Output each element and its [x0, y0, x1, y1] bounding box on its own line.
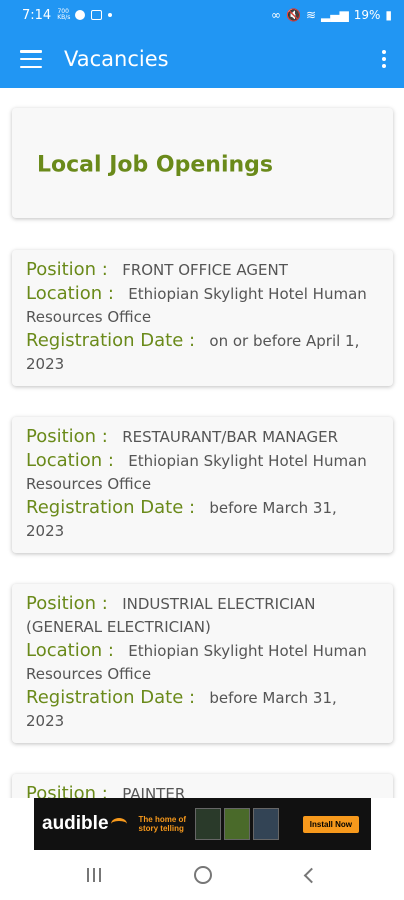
location-label: Location :: [26, 450, 114, 471]
job-card[interactable]: Position : FRONT OFFICE AGENT Location :…: [12, 250, 393, 386]
battery-icon: ▮: [385, 8, 392, 22]
menu-icon[interactable]: [20, 50, 42, 68]
back-icon[interactable]: [303, 867, 320, 883]
audible-logo: audible: [42, 813, 127, 835]
position-label: Position :: [26, 259, 108, 280]
position-label: Position :: [26, 783, 108, 798]
registration-label: Registration Date :: [26, 497, 196, 518]
ad-banner[interactable]: audible The home of story telling Instal…: [34, 798, 371, 850]
mute-icon: 🔇: [286, 8, 301, 22]
app-bar: Vacancies: [0, 30, 404, 88]
link-icon: ∞: [271, 8, 282, 22]
page-title: Local Job Openings: [37, 152, 274, 178]
ad-tagline: The home of story telling: [138, 815, 187, 833]
vacancies-list[interactable]: Local Job Openings Position : FRONT OFFI…: [0, 88, 404, 798]
ad-install-button[interactable]: Install Now: [302, 815, 359, 833]
system-nav-bar: [0, 850, 404, 900]
registration-label: Registration Date :: [26, 330, 196, 351]
location-label: Location :: [26, 283, 114, 304]
wifi-icon: ≋: [305, 8, 317, 22]
home-icon[interactable]: [194, 866, 213, 884]
location-label: Location :: [26, 640, 114, 661]
signal-icon: ▂▄▆: [321, 8, 349, 22]
notification-icon: [75, 10, 86, 20]
position-value: RESTAURANT/BAR MANAGER: [122, 428, 339, 446]
battery-level: 19%: [353, 8, 381, 22]
more-options-icon[interactable]: [382, 50, 386, 68]
job-card[interactable]: Position : PAINTER: [12, 774, 393, 798]
position-value: PAINTER: [122, 785, 186, 798]
status-time: 7:14: [22, 7, 52, 23]
job-card[interactable]: Position : INDUSTRIAL ELECTRICIAN (GENER…: [12, 584, 393, 743]
gallery-icon: [91, 10, 103, 20]
status-bar: 7:14 700 KB/s ∞ 🔇 ≋ ▂▄▆ 19% ▮: [0, 0, 404, 30]
header-card: Local Job Openings: [12, 108, 393, 218]
job-card[interactable]: Position : RESTAURANT/BAR MANAGER Locati…: [12, 417, 393, 553]
registration-label: Registration Date :: [26, 687, 196, 708]
app-title: Vacancies: [64, 47, 169, 71]
position-label: Position :: [26, 426, 108, 447]
position-value: FRONT OFFICE AGENT: [122, 261, 288, 279]
recents-icon[interactable]: [86, 868, 101, 882]
position-label: Position :: [26, 593, 108, 614]
more-notifications-icon: [108, 13, 113, 17]
ad-book-covers: [194, 808, 279, 840]
network-speed: 700 KB/s: [57, 8, 71, 21]
